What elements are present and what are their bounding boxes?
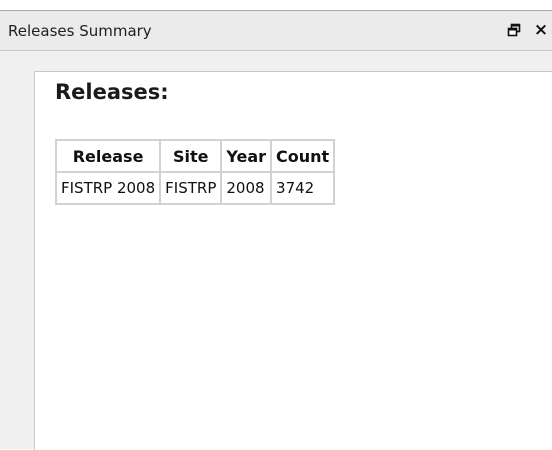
top-strip (0, 0, 552, 10)
cell-release: FISTRP 2008 (54, 171, 162, 205)
column-header-release: Release (54, 139, 162, 173)
releases-table: Release Site Year Count FISTRP 2008 FIST… (54, 139, 336, 205)
table-header-row: Release Site Year Count (54, 139, 336, 173)
cell-site: FISTRP (159, 171, 223, 205)
table-row: FISTRP 2008 FISTRP 2008 3742 (54, 171, 336, 205)
column-header-count: Count (270, 139, 336, 173)
panel-title: Releases Summary (8, 22, 152, 40)
column-header-year: Year (220, 139, 273, 173)
cell-count: 3742 (270, 171, 336, 205)
releases-heading: Releases: (55, 80, 169, 104)
releases-summary-panel: Releases Summary × Releases: Release Sit… (0, 10, 552, 450)
panel-content: Releases: Release Site Year Count FISTRP… (34, 71, 552, 450)
close-icon[interactable]: × (530, 19, 552, 41)
panel-header: Releases Summary × (0, 11, 552, 51)
restore-window-icon[interactable] (503, 19, 525, 41)
cell-year: 2008 (220, 171, 273, 205)
column-header-site: Site (159, 139, 223, 173)
